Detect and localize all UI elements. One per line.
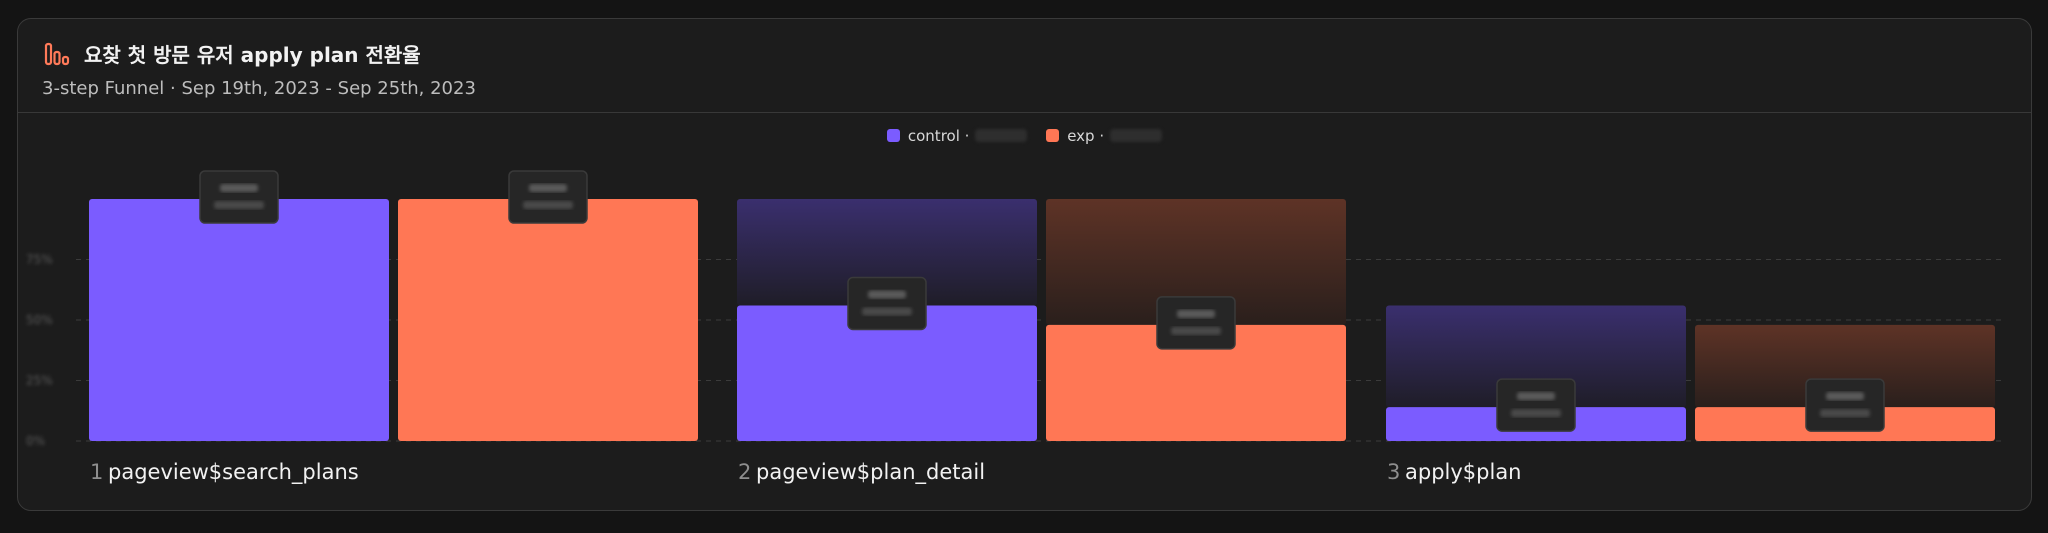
value-label-box <box>1496 378 1576 432</box>
value-label-blurred <box>529 184 567 192</box>
value-label-box <box>1805 378 1885 432</box>
value-label-blurred <box>1177 309 1215 318</box>
step-number: 3 <box>1387 460 1400 484</box>
value-label-box <box>1156 296 1236 350</box>
step-label: pageview$search_plans <box>108 460 359 485</box>
y-tick-label: 0% <box>26 434 45 448</box>
value-label-box <box>508 170 588 224</box>
value-label-blurred <box>868 290 906 299</box>
value-label-blurred <box>1511 409 1561 418</box>
step-number: 2 <box>738 460 751 484</box>
value-label-blurred <box>1826 392 1864 401</box>
bar-exp <box>398 199 698 441</box>
funnel-chart: 0% 25% 50% 75% 1 pageview$search_plans 2 pagev… <box>26 170 2001 485</box>
value-label-blurred <box>1517 392 1555 401</box>
value-label-blurred <box>523 201 573 209</box>
value-label-blurred <box>220 184 258 192</box>
funnel-card: 요찾 첫 방문 유저 apply plan 전환율 3-step Funnel … <box>17 18 2032 511</box>
value-label-blurred <box>214 201 264 209</box>
y-tick-label: 75% <box>26 253 53 267</box>
value-label-box <box>199 170 279 224</box>
value-label-blurred <box>1820 409 1870 418</box>
y-tick-label: 50% <box>26 313 53 327</box>
value-label-blurred <box>1171 326 1221 335</box>
value-label-blurred <box>862 307 912 316</box>
bar-control <box>89 199 389 441</box>
y-tick-label: 25% <box>26 374 53 388</box>
value-label-box <box>847 276 927 331</box>
step-label: apply$plan <box>1405 460 1522 484</box>
step-number: 1 <box>90 460 103 484</box>
step-label: pageview$plan_detail <box>756 460 985 485</box>
